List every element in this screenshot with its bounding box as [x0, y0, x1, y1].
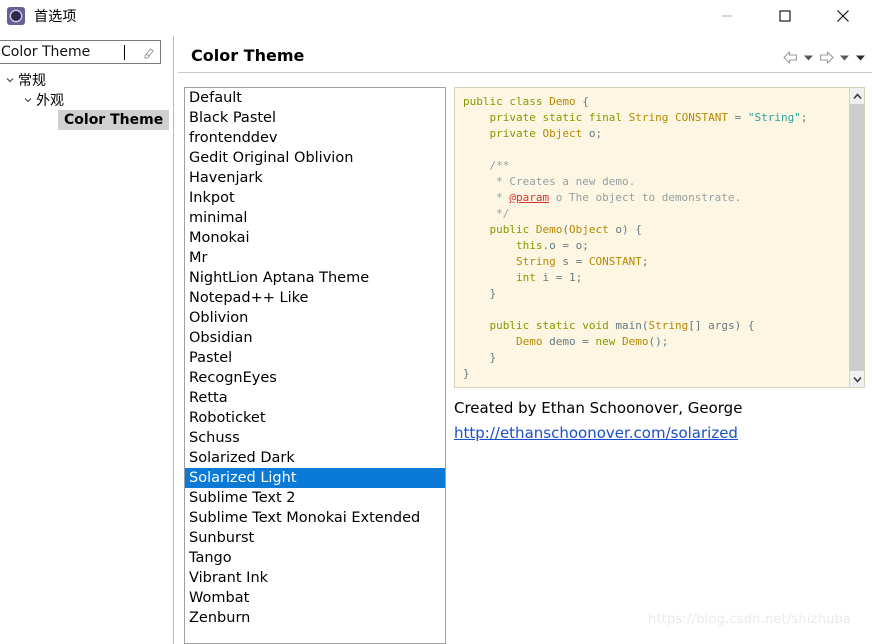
- forward-history-dropdown[interactable]: [836, 46, 852, 68]
- code-preview: public class Demo { private static final…: [463, 95, 808, 380]
- back-history-dropdown[interactable]: [800, 46, 816, 68]
- theme-list-item[interactable]: minimal: [185, 208, 445, 228]
- theme-credits: Created by Ethan Schoonover, George: [454, 399, 743, 417]
- theme-list-item[interactable]: NightLion Aptana Theme: [185, 268, 445, 288]
- maximize-button[interactable]: [756, 0, 814, 32]
- tree-item-label: Color Theme: [58, 110, 170, 130]
- eraser-icon[interactable]: [141, 45, 155, 59]
- chevron-down-icon: [839, 55, 849, 60]
- theme-list-item[interactable]: RecognEyes: [185, 368, 445, 388]
- preferences-tree: 常规 外观 Color Theme: [0, 70, 170, 130]
- theme-list-item[interactable]: Schuss: [185, 428, 445, 448]
- theme-preview: public class Demo { private static final…: [454, 87, 865, 388]
- theme-list-item[interactable]: Sunburst: [185, 528, 445, 548]
- theme-list-item[interactable]: Wombat: [185, 588, 445, 608]
- theme-list-item[interactable]: Notepad++ Like: [185, 288, 445, 308]
- theme-list-item[interactable]: Oblivion: [185, 308, 445, 328]
- tree-item-appearance[interactable]: 外观: [0, 90, 170, 110]
- theme-list-item[interactable]: Pastel: [185, 348, 445, 368]
- minimize-icon: [722, 15, 732, 17]
- tree-item-label: 外观: [36, 93, 64, 109]
- header-divider: [178, 72, 872, 73]
- theme-list-item[interactable]: Black Pastel: [185, 108, 445, 128]
- theme-list-item[interactable]: Vibrant Ink: [185, 568, 445, 588]
- theme-credit-link[interactable]: http://ethanschoonover.com/solarized: [454, 424, 738, 442]
- scroll-down-button[interactable]: [850, 371, 864, 387]
- filter-search-box[interactable]: [0, 40, 161, 64]
- title-bar: 首选项: [0, 0, 872, 32]
- theme-list-item[interactable]: Monokai: [185, 228, 445, 248]
- tree-item-color-theme[interactable]: Color Theme: [0, 110, 170, 130]
- theme-list-item[interactable]: Sublime Text 2: [185, 488, 445, 508]
- theme-list-item[interactable]: Tango: [185, 548, 445, 568]
- color-theme-page: Color Theme Default Black Pastel fronten…: [178, 36, 872, 644]
- chevron-down-icon: [803, 55, 813, 60]
- theme-list-item[interactable]: Havenjark: [185, 168, 445, 188]
- preferences-window: 首选项 Color Theme 常规 外观 Color Theme Color …: [0, 0, 872, 644]
- theme-list[interactable]: Default Black Pastel frontenddev Gedit Orig…: [184, 87, 446, 644]
- chevron-down-icon: [853, 376, 862, 383]
- minimize-button[interactable]: [698, 0, 756, 32]
- theme-list-item[interactable]: Sublime Text Monokai Extended: [185, 508, 445, 528]
- theme-list-item[interactable]: Obsidian: [185, 328, 445, 348]
- view-menu-dropdown[interactable]: [852, 46, 868, 68]
- theme-list-item[interactable]: Retta: [185, 388, 445, 408]
- chevron-up-icon: [853, 92, 862, 99]
- theme-list-item[interactable]: Inkpot: [185, 188, 445, 208]
- forward-arrow-icon[interactable]: [816, 46, 836, 68]
- theme-list-item[interactable]: Solarized Light: [185, 468, 445, 488]
- theme-list-item[interactable]: Gedit Original Oblivion: [185, 148, 445, 168]
- page-title: Color Theme: [191, 46, 305, 65]
- watermark: https://blog.csdn.net/shizhuba: [648, 612, 852, 627]
- theme-list-item[interactable]: frontenddev: [185, 128, 445, 148]
- close-icon: [837, 10, 849, 22]
- chevron-down-icon: [855, 55, 865, 60]
- search-input[interactable]: [0, 42, 126, 62]
- maximize-icon: [779, 10, 791, 22]
- close-button[interactable]: [814, 0, 872, 32]
- back-arrow-icon[interactable]: [780, 46, 800, 68]
- window-controls: [698, 0, 872, 32]
- scroll-up-button[interactable]: [850, 88, 864, 104]
- tree-item-label: 常规: [18, 73, 46, 89]
- page-navigation-toolbar: [780, 46, 868, 68]
- text-caret: [124, 44, 125, 60]
- theme-list-item[interactable]: Roboticket: [185, 408, 445, 428]
- chevron-down-icon[interactable]: [20, 95, 36, 105]
- scrollbar-thumb[interactable]: [850, 104, 864, 371]
- preview-scrollbar[interactable]: [849, 88, 864, 387]
- theme-list-item[interactable]: Default: [185, 88, 445, 108]
- tree-item-general[interactable]: 常规: [0, 70, 170, 90]
- settings-gear-icon: [6, 6, 26, 26]
- panel-splitter[interactable]: [170, 36, 178, 644]
- window-title: 首选项: [34, 9, 77, 25]
- chevron-down-icon[interactable]: [2, 75, 18, 85]
- theme-list-item[interactable]: Zenburn: [185, 608, 445, 628]
- theme-list-item[interactable]: Mr: [185, 248, 445, 268]
- theme-list-item[interactable]: Solarized Dark: [185, 448, 445, 468]
